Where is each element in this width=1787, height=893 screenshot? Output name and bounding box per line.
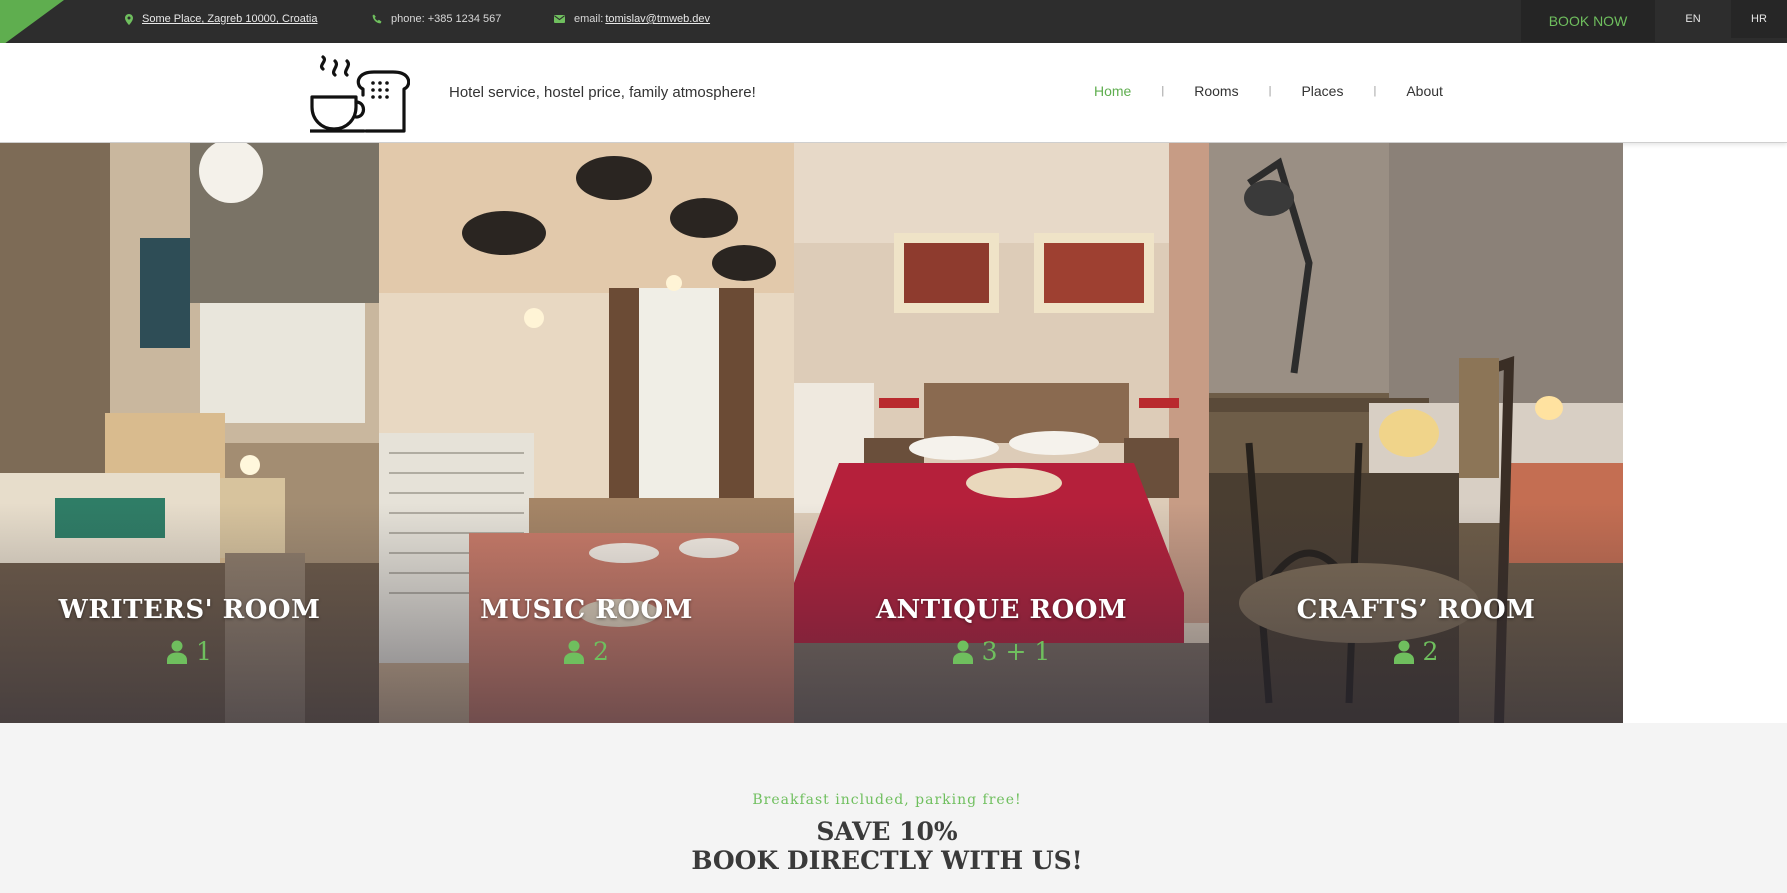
- nav-separator: |: [1161, 85, 1165, 97]
- address-info: Some Place, Zagreb 10000, Croatia: [125, 0, 318, 38]
- room-card-writers[interactable]: WRITERS' ROOM 1: [0, 143, 379, 723]
- room-card-antique[interactable]: ANTIQUE ROOM 3 + 1: [794, 143, 1209, 723]
- phone-text: phone: +385 1234 567: [391, 13, 502, 25]
- user-icon: [564, 640, 585, 664]
- top-bar: Some Place, Zagreb 10000, Croatia phone:…: [0, 0, 1787, 47]
- book-now-button[interactable]: BOOK NOW: [1521, 0, 1655, 42]
- room-capacity: 2: [379, 637, 794, 666]
- nav-separator: |: [1373, 85, 1377, 97]
- user-icon: [167, 640, 188, 664]
- nav-rooms[interactable]: Rooms: [1194, 83, 1238, 99]
- user-icon: [1393, 640, 1414, 664]
- address-link[interactable]: Some Place, Zagreb 10000, Croatia: [142, 13, 318, 25]
- room-capacity: 1: [0, 637, 379, 666]
- room-capacity: 2: [1209, 637, 1623, 666]
- promo-subtitle: Breakfast included, parking free!: [752, 792, 1022, 808]
- email-link[interactable]: tomislav@tmweb.dev: [605, 13, 710, 25]
- room-title: CRAFTS’ ROOM: [1296, 595, 1536, 625]
- nav-places[interactable]: Places: [1301, 83, 1343, 99]
- main-nav: Home | Rooms | Places | About: [1094, 83, 1443, 99]
- language-en-button[interactable]: EN: [1660, 0, 1726, 38]
- room-capacity-value: 3 + 1: [981, 637, 1051, 666]
- room-card-music[interactable]: MUSIC ROOM 2: [379, 143, 794, 723]
- room-title: ANTIQUE ROOM: [875, 595, 1128, 625]
- email-info: email: tomislav@tmweb.dev: [554, 0, 710, 38]
- site-header: Hotel service, hostel price, family atmo…: [0, 43, 1787, 143]
- user-icon: [952, 640, 973, 664]
- hotel-logo[interactable]: [308, 55, 411, 133]
- corner-ribbon: [0, 0, 64, 47]
- nav-about[interactable]: About: [1406, 83, 1443, 99]
- nav-home[interactable]: Home: [1094, 83, 1131, 99]
- coffee-bread-logo-icon: [308, 55, 411, 133]
- room-capacity-value: 2: [593, 637, 609, 666]
- language-hr-button[interactable]: HR: [1731, 0, 1787, 38]
- phone-icon: [372, 14, 382, 24]
- promo-section: Breakfast included, parking free! SAVE 1…: [0, 723, 1787, 893]
- room-capacity-value: 1: [196, 637, 212, 666]
- room-title: WRITERS' ROOM: [58, 595, 321, 625]
- map-pin-icon: [125, 13, 133, 25]
- nav-separator: |: [1268, 85, 1272, 97]
- room-capacity: 3 + 1: [794, 637, 1209, 666]
- promo-title-line-1: SAVE 10%: [816, 817, 958, 846]
- envelope-icon: [554, 15, 565, 23]
- phone-info: phone: +385 1234 567: [372, 0, 501, 38]
- promo-title-line-2: BOOK DIRECTLY WITH US!: [691, 846, 1083, 875]
- tagline: Hotel service, hostel price, family atmo…: [449, 84, 756, 101]
- room-card-crafts[interactable]: CRAFTS’ ROOM 2: [1209, 143, 1623, 723]
- room-capacity-value: 2: [1422, 637, 1439, 666]
- room-title: MUSIC ROOM: [480, 595, 693, 625]
- promo-title: SAVE 10% BOOK DIRECTLY WITH US!: [0, 817, 1774, 875]
- email-label: email:: [574, 13, 604, 25]
